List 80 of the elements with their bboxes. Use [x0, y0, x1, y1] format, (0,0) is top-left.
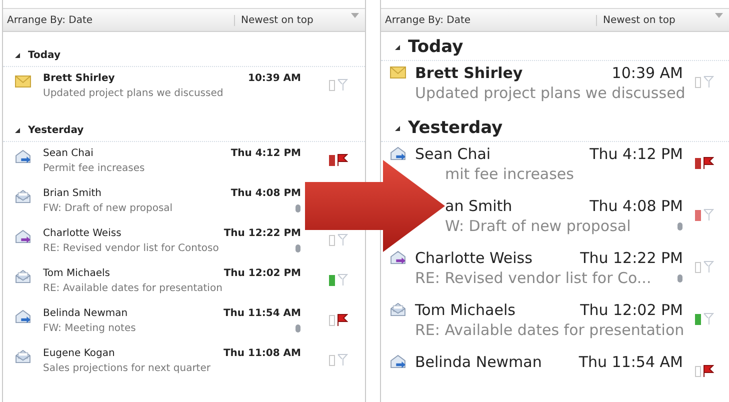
message-subject: RE: Revised vendor list for Co...	[415, 269, 652, 287]
received-time: Thu 12:22 PM	[224, 228, 301, 239]
sender-name: Brian Smith	[43, 188, 102, 199]
sender-name: Belinda Newman	[415, 353, 542, 371]
sender-name: Sean Chai	[415, 145, 491, 163]
message-subject: FW: Meeting notes	[43, 323, 136, 334]
envelope-arrow-icon	[390, 355, 406, 368]
arrange-by-label[interactable]: Arrange By: Date	[381, 14, 596, 26]
message-subject: RE: Revised vendor list for Contoso	[43, 243, 219, 254]
closed-envelope-icon	[15, 75, 31, 88]
collapse-triangle-icon[interactable]	[395, 44, 400, 50]
received-time: Thu 4:08 PM	[590, 197, 683, 215]
sender-name: Charlotte Weiss	[43, 228, 122, 239]
received-time: Thu 4:12 PM	[590, 145, 683, 163]
sender-name: Belinda Newman	[43, 308, 128, 319]
flag-icon[interactable]	[337, 154, 348, 166]
open-envelope-icon	[390, 303, 406, 316]
sender-name: Sean Chai	[43, 148, 94, 159]
received-time: 10:39 AM	[612, 64, 683, 82]
message-subject: Updated project plans we discussed	[415, 84, 686, 102]
category-marker-icon[interactable]	[329, 354, 335, 366]
message-subject: W: Draft of new proposal	[445, 217, 631, 235]
category-marker-icon[interactable]	[695, 314, 701, 324]
dropdown-caret-icon[interactable]	[351, 13, 359, 18]
flag-icon[interactable]	[703, 365, 714, 377]
sender-name: Tom Michaels	[415, 301, 516, 319]
envelope-arrow-icon	[15, 310, 31, 323]
category-marker-icon[interactable]	[329, 274, 335, 286]
category-marker-icon[interactable]	[329, 80, 335, 90]
received-time: Thu 11:08 AM	[223, 348, 301, 359]
category-marker-icon[interactable]	[695, 210, 701, 220]
received-time: 10:39 AM	[248, 73, 301, 84]
category-marker-icon[interactable]	[695, 76, 701, 88]
received-time: Thu 4:08 PM	[230, 188, 301, 199]
sender-name: Brett Shirley	[415, 64, 523, 82]
message-subject: Permit fee increases	[43, 163, 145, 174]
received-time: Thu 12:02 PM	[224, 268, 301, 279]
group-heading: Today	[408, 37, 464, 57]
group-heading: Yesterday	[28, 124, 84, 136]
message-subject: RE: Available dates for presentation	[43, 283, 222, 294]
flag-icon[interactable]	[337, 314, 348, 326]
envelope-arrow-icon	[390, 251, 406, 264]
open-envelope-icon	[15, 190, 31, 203]
sender-name: Charlotte Weiss	[415, 249, 532, 267]
collapse-triangle-icon[interactable]	[395, 126, 400, 130]
message-subject: FW: Draft of new proposal	[43, 203, 173, 214]
received-time: Thu 12:02 PM	[580, 301, 683, 319]
envelope-arrow-icon	[15, 150, 31, 163]
envelope-arrow-icon	[390, 147, 406, 160]
category-marker-icon[interactable]	[329, 314, 335, 326]
sort-order-label[interactable]: Newest on top	[234, 14, 351, 26]
received-time: Thu 12:22 PM	[580, 249, 683, 267]
message-subject: mit fee increases	[445, 165, 574, 183]
category-marker-icon[interactable]	[695, 158, 701, 168]
sender-name: Tom Michaels	[43, 268, 110, 279]
received-time: Thu 11:54 AM	[223, 308, 301, 319]
category-marker-icon[interactable]	[329, 234, 335, 246]
sender-name: Brett Shirley	[43, 73, 115, 84]
open-envelope-icon	[15, 350, 31, 363]
message-subject: Updated project plans we discussed	[43, 88, 224, 99]
received-time: Thu 11:54 AM	[578, 353, 683, 371]
envelope-arrow-icon	[15, 230, 31, 243]
open-envelope-icon	[15, 270, 31, 283]
sender-name: Eugene Kogan	[43, 348, 115, 359]
closed-envelope-icon	[390, 66, 406, 79]
message-subject: RE: Available dates for presentation	[415, 321, 684, 339]
message-subject: Sales projections for next quarter	[43, 363, 210, 374]
category-marker-icon[interactable]	[695, 366, 701, 376]
collapse-triangle-icon[interactable]	[15, 128, 20, 132]
collapse-triangle-icon[interactable]	[15, 52, 20, 58]
group-heading: Today	[28, 50, 60, 60]
category-marker-icon[interactable]	[329, 154, 335, 166]
group-heading: Yesterday	[408, 118, 503, 138]
sender-name: an Smith	[445, 197, 512, 215]
dropdown-caret-icon[interactable]	[715, 13, 723, 18]
received-time: Thu 4:12 PM	[230, 148, 301, 159]
sort-order-label[interactable]: Newest on top	[596, 14, 715, 26]
flag-icon[interactable]	[703, 157, 714, 169]
arrange-by-label[interactable]: Arrange By: Date	[3, 14, 234, 26]
category-marker-icon[interactable]	[695, 262, 701, 272]
